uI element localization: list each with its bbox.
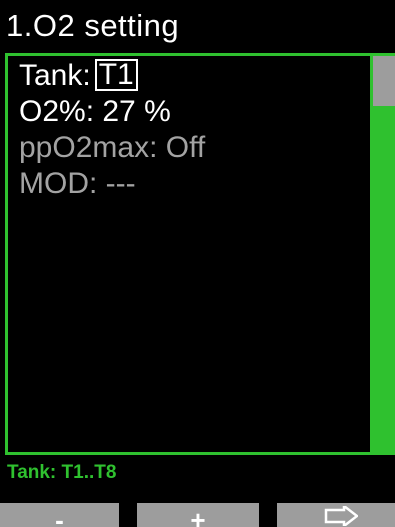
scrollbar[interactable] [373, 53, 395, 455]
hint-text: Tank: T1..T8 [7, 462, 117, 483]
settings-list: Tank: T1 O2%: 27 % ppO2max: Off MOD: --- [19, 58, 205, 202]
arrow-right-icon [324, 506, 358, 526]
minus-button[interactable]: - [0, 503, 119, 527]
next-button[interactable] [277, 503, 395, 527]
tank-label: Tank: [19, 59, 91, 92]
settings-panel: Tank: T1 O2%: 27 % ppO2max: Off MOD: --- [5, 53, 373, 455]
softkey-bar: - + [0, 503, 395, 527]
scrollbar-thumb[interactable] [373, 56, 395, 106]
ppo2max-row: ppO2max: Off [19, 131, 206, 164]
tank-value-selected[interactable]: T1 [94, 59, 138, 91]
o2-percent-row[interactable]: O2%: 27 % [19, 94, 205, 130]
plus-button[interactable]: + [137, 503, 259, 527]
page-title: 1.O2 setting [6, 8, 180, 43]
mod-row: MOD: --- [19, 167, 136, 200]
dive-computer-screen: 1.O2 setting Tank: T1 O2%: 27 % ppO2max: … [0, 0, 395, 527]
tank-row[interactable]: Tank: T1 [19, 58, 205, 94]
